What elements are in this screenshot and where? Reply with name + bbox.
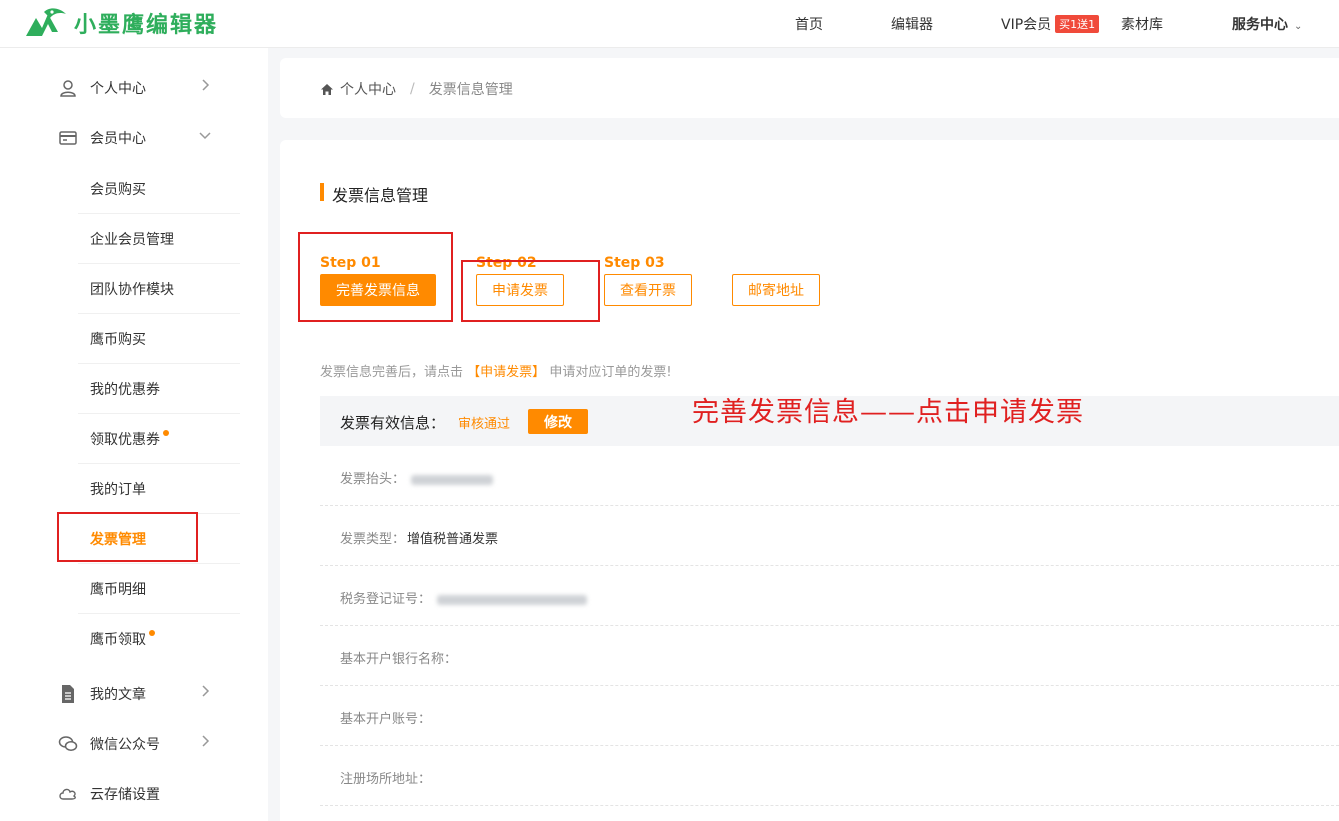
tax-id-row: 税务登记证号： (320, 566, 1339, 626)
tip-text-before: 发票信息完善后，请点击 (320, 365, 464, 380)
sidebar-item-wechat[interactable]: 微信公众号 (0, 720, 268, 770)
card-icon (59, 131, 77, 145)
nav-home[interactable]: 首页 (795, 14, 823, 34)
section-title: 发票信息管理 (320, 182, 428, 206)
sidebar-subitem-label: 会员购买 (90, 182, 146, 198)
sidebar-subitem-member-buy[interactable]: 会员购买 (78, 164, 240, 214)
valid-info-title: 发票有效信息： (340, 414, 446, 432)
invoice-title-row: 发票抬头： (320, 446, 1339, 506)
tax-id-field: 税务登记证号： (340, 588, 588, 607)
nav-service-label: 服务中心 (1232, 17, 1288, 33)
breadcrumb-separator: / (410, 81, 415, 97)
chevron-right-icon (202, 735, 210, 747)
sidebar: 个人中心 会员中心 会员购买 企业会员管理 团队协作模块 鹰币购买 我的优惠券 … (0, 48, 268, 821)
redacted-value (437, 594, 588, 605)
chevron-right-icon (202, 79, 210, 91)
sidebar-subitem-label: 鹰币明细 (90, 582, 146, 598)
sidebar-subitem-label: 领取优惠券 (90, 432, 160, 448)
invoice-title-label: 发票抬头： (340, 472, 406, 487)
sidebar-subitem-label: 团队协作模块 (90, 282, 174, 298)
invoice-title-field: 发票抬头： (340, 468, 494, 487)
annotation-text: 完善发票信息——点击申请发票 (692, 397, 1084, 428)
nav-vip-label: VIP会员 (1001, 17, 1052, 33)
sidebar-item-label: 云存储设置 (90, 787, 160, 803)
bank-name-label: 基本开户银行名称： (340, 652, 458, 667)
chevron-right-icon (202, 685, 210, 697)
review-status-badge: 审核通过 (458, 417, 511, 432)
sidebar-subitem-label: 我的订单 (90, 482, 146, 498)
breadcrumb-current: 发票信息管理 (428, 82, 513, 98)
sidebar-subitem-coin-claim[interactable]: 鹰币领取 (78, 614, 240, 664)
top-navbar: 小墨鹰编辑器 首页 编辑器 VIP会员 买1送1 素材库 服务中心 ⌄ (0, 0, 1339, 48)
chevron-down-icon: ⌄ (1294, 21, 1303, 32)
redacted-value (411, 474, 494, 485)
cloud-icon (59, 788, 76, 800)
instruction-tip: 发票信息完善后，请点击 【申请发票】 申请对应订单的发票! (320, 361, 672, 380)
sidebar-subitem-label-wrap: 鹰币领取 (90, 629, 155, 649)
brand-name: 小墨鹰编辑器 (74, 13, 219, 38)
chevron-down-icon (199, 132, 211, 140)
tip-highlight: 【申请发票】 (467, 365, 546, 380)
brand-logo[interactable]: 小墨鹰编辑器 (22, 6, 218, 40)
sidebar-item-label: 微信公众号 (90, 737, 160, 753)
tax-id-label: 税务登记证号： (340, 592, 432, 607)
sidebar-subitem-orders[interactable]: 我的订单 (78, 464, 240, 514)
sidebar-subitem-enterprise[interactable]: 企业会员管理 (78, 214, 240, 264)
sidebar-item-member[interactable]: 会员中心 (0, 114, 268, 164)
sidebar-subitem-coin-detail[interactable]: 鹰币明细 (78, 564, 240, 614)
invoice-type-row: 发票类型： 增值税普通发票 (320, 506, 1339, 566)
registered-address-label: 注册场所地址： (340, 772, 432, 787)
view-invoices-button[interactable]: 查看开票 (604, 274, 692, 306)
sidebar-item-label: 我的文章 (90, 687, 146, 703)
highlight-box-invoice-menu (57, 512, 198, 562)
breadcrumb: 个人中心 / 发票信息管理 (320, 79, 513, 99)
user-icon (60, 80, 76, 97)
invoice-type-field: 发票类型： 增值税普通发票 (340, 528, 498, 547)
sidebar-subitem-label: 鹰币领取 (90, 632, 146, 648)
bank-name-row: 基本开户银行名称： (320, 626, 1339, 686)
step3-label: Step 03 (604, 255, 665, 271)
chat-icon (58, 736, 78, 751)
sidebar-item-label: 个人中心 (90, 81, 146, 97)
sidebar-subitem-label-wrap: 领取优惠券 (90, 429, 169, 449)
sidebar-item-articles[interactable]: 我的文章 (0, 670, 268, 720)
sidebar-subitem-my-coupons[interactable]: 我的优惠券 (78, 364, 240, 414)
sidebar-item-personal[interactable]: 个人中心 (0, 64, 268, 114)
sidebar-item-label: 会员中心 (90, 131, 146, 147)
sidebar-subitem-label: 我的优惠券 (90, 382, 160, 398)
home-icon (321, 83, 333, 95)
nav-editor[interactable]: 编辑器 (891, 14, 933, 34)
breadcrumb-card: 个人中心 / 发票信息管理 (280, 58, 1339, 118)
highlight-box-step2 (461, 260, 600, 322)
sidebar-subitem-label: 鹰币购买 (90, 332, 146, 348)
nav-service-center[interactable]: 服务中心 ⌄ (1232, 14, 1302, 34)
eagle-logo-icon (26, 8, 66, 36)
registered-address-row: 注册场所地址： (320, 746, 1339, 806)
invoice-type-label: 发票类型： (340, 532, 406, 547)
bank-account-label: 基本开户账号： (340, 712, 432, 727)
highlight-box-step1 (298, 232, 453, 322)
notification-dot (163, 430, 169, 436)
bank-account-row: 基本开户账号： (320, 686, 1339, 746)
document-icon (62, 685, 74, 703)
sidebar-subitem-get-coupons[interactable]: 领取优惠券 (78, 414, 240, 464)
nav-materials[interactable]: 素材库 (1121, 14, 1163, 34)
sidebar-item-cloud[interactable]: 云存储设置 (0, 770, 268, 820)
nav-vip[interactable]: VIP会员 买1送1 (1001, 14, 1100, 34)
edit-invoice-button[interactable]: 修改 (528, 409, 588, 434)
sidebar-subitem-coin-buy[interactable]: 鹰币购买 (78, 314, 240, 364)
mailing-address-button[interactable]: 邮寄地址 (732, 274, 820, 306)
notification-dot (149, 630, 155, 636)
vip-promo-badge: 买1送1 (1055, 15, 1100, 33)
tip-text-after: 申请对应订单的发票! (549, 365, 672, 380)
sidebar-subitem-label: 企业会员管理 (90, 232, 174, 248)
breadcrumb-home[interactable]: 个人中心 (340, 79, 396, 99)
sidebar-subitem-team[interactable]: 团队协作模块 (78, 264, 240, 314)
invoice-type-value: 增值税普通发票 (407, 532, 499, 547)
